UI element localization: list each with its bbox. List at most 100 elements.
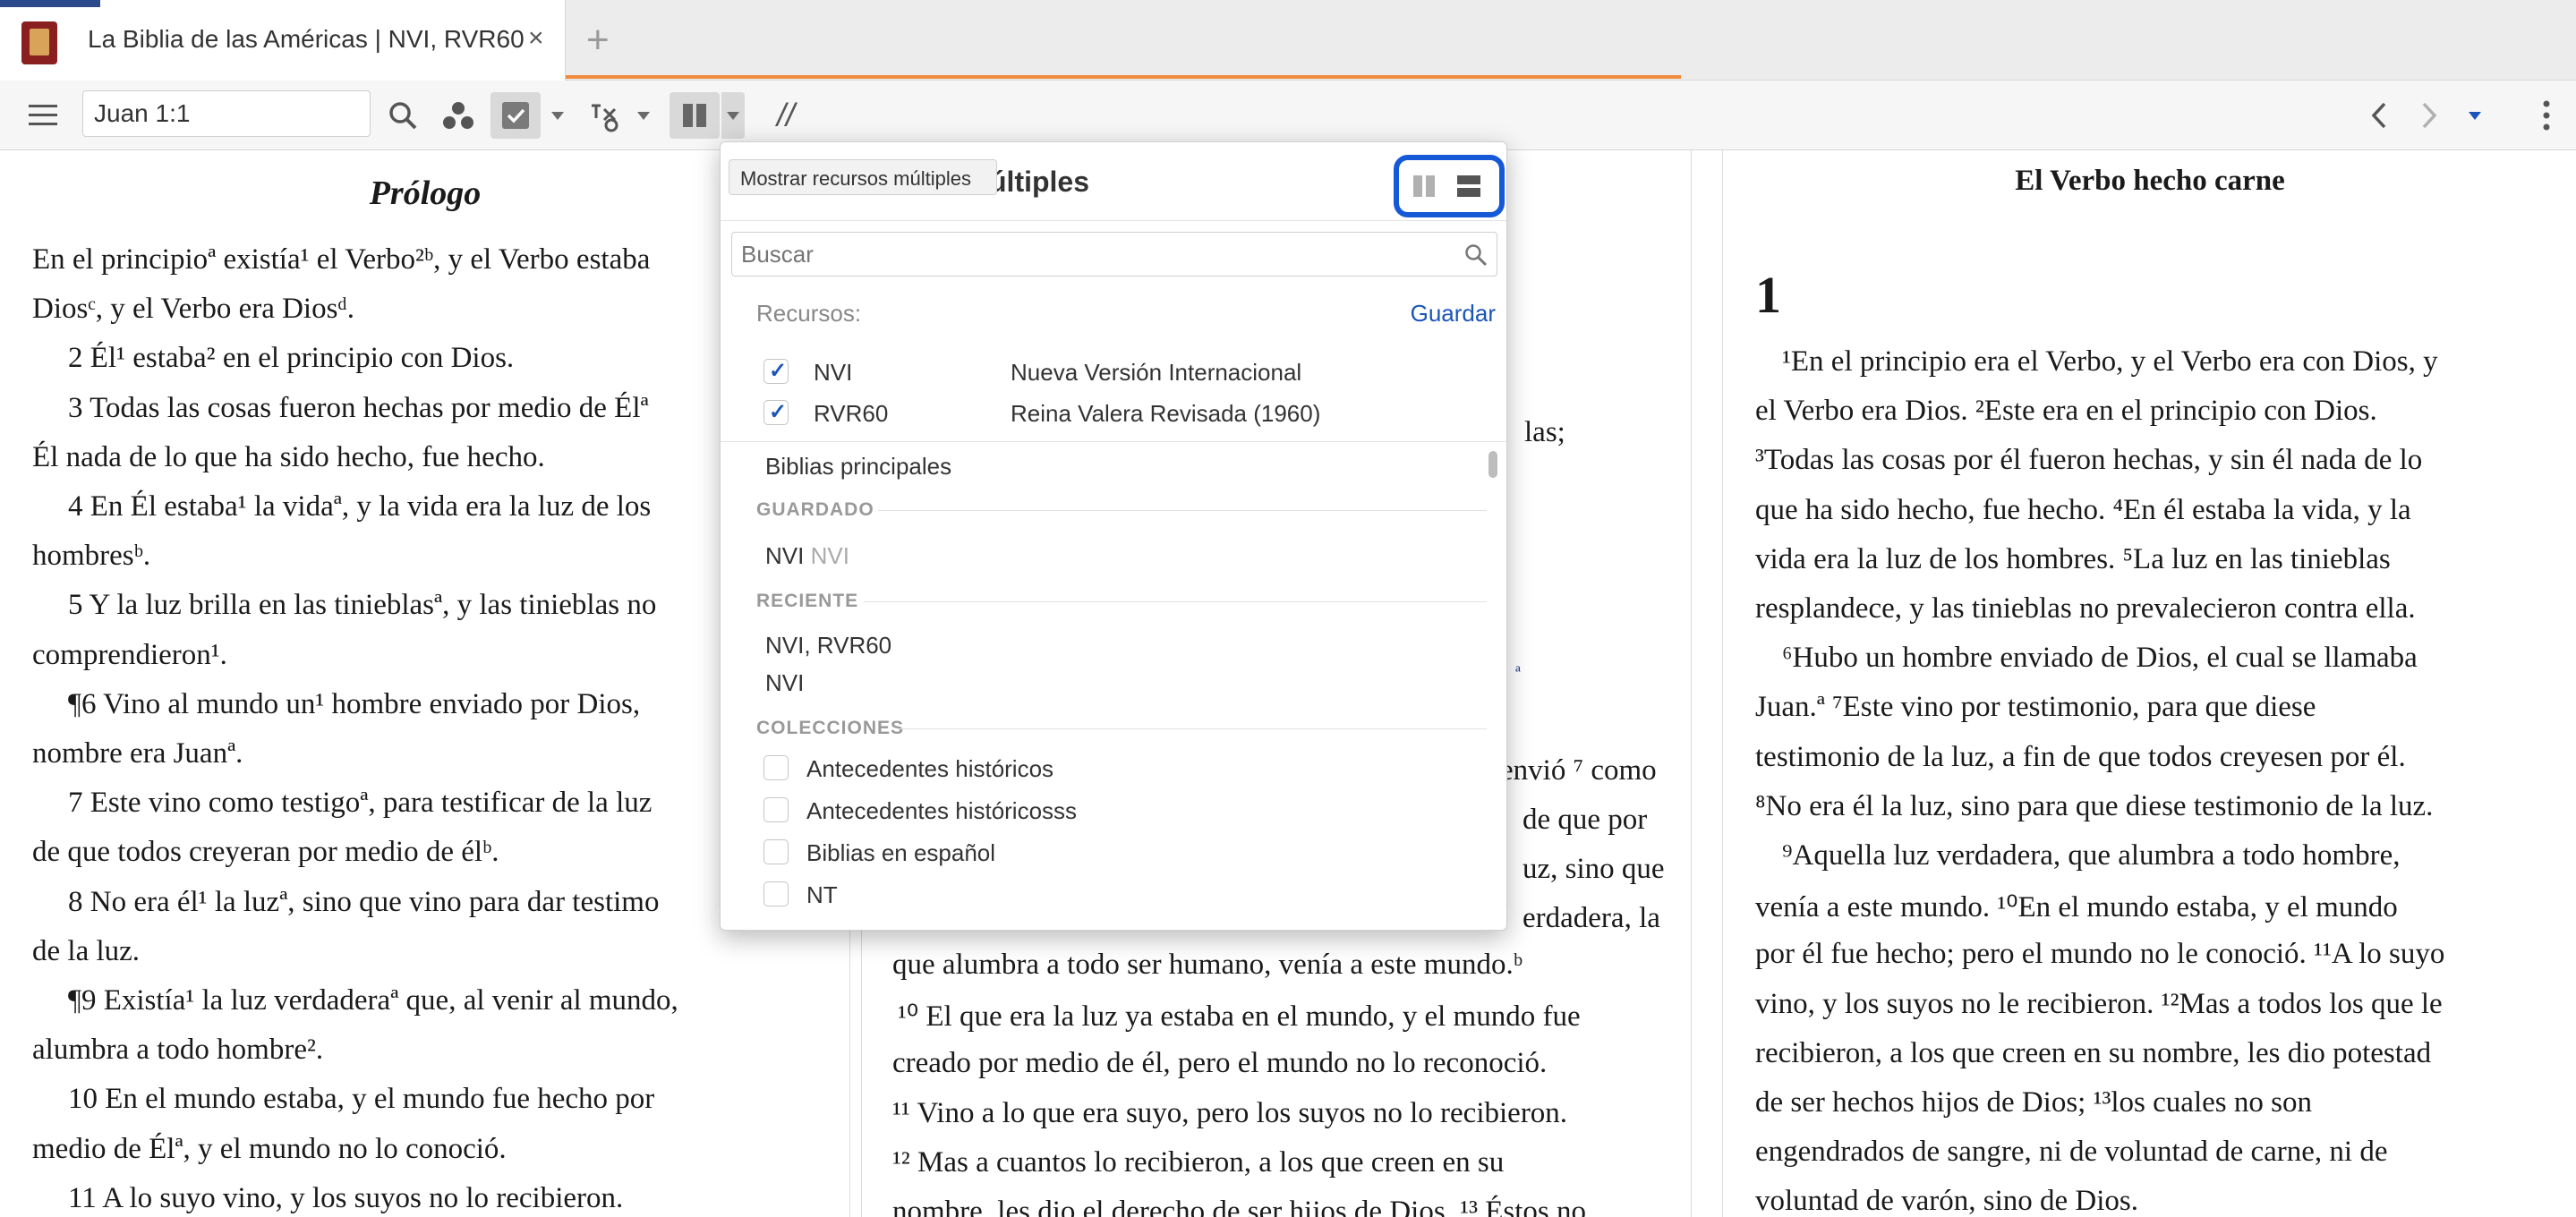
verse-line: voluntad de varón, sino de Dios.: [1755, 1185, 2139, 1217]
verse-line: engendrados de sangre, ni de voluntad de…: [1755, 1136, 2388, 1169]
verse-line: creado por medio de él, pero el mundo no…: [892, 1047, 1548, 1080]
highlight-check-icon[interactable]: [490, 92, 541, 139]
resource-search-input[interactable]: [741, 233, 1439, 276]
section-heading: COLECCIONES: [756, 718, 905, 738]
checkbox-icon[interactable]: [763, 358, 789, 384]
verse-line: En el principioª existía¹ el Verbo²ᵇ, y …: [32, 243, 651, 276]
verse-line: 10 En el mundo estaba, y el mundo fue he…: [68, 1083, 655, 1116]
resource-row[interactable]: NVI Nueva Versión Internacional: [763, 353, 1480, 389]
search-icon[interactable]: [1464, 243, 1488, 267]
verse-line: vino, y los suyos no le recibieron. ¹²Ma…: [1755, 987, 2443, 1020]
verse-line: testimonio de la luz, a fin de que todos…: [1755, 740, 2406, 773]
verse-line: ⁶Hubo un hombre enviado de Dios, el cual…: [1782, 642, 2418, 675]
chapter-number: 1: [1755, 266, 1781, 324]
verse-line: ⁹Aquella luz verdadera, que alumbra a to…: [1782, 839, 2401, 872]
resource-name: Reina Valera Revisada (1960): [1011, 400, 1321, 427]
verse-line: 3 Todas las cosas fueron hechas por medi…: [68, 391, 649, 424]
new-tab-button[interactable]: +: [586, 18, 610, 63]
checkbox-icon[interactable]: [763, 399, 789, 425]
verse-line: recibieron, a los que creen en su nombre…: [1755, 1036, 2432, 1069]
history-dropdown-icon[interactable]: [2463, 81, 2486, 150]
text-fragment: erdadera, la: [1523, 902, 1660, 934]
toolbar: //: [0, 81, 2576, 150]
resource-name: Nueva Versión Internacional: [1011, 359, 1302, 386]
verse-line: ¹² Mas a cuantos lo recibieron, a los qu…: [892, 1145, 1505, 1179]
visual-filter-icon[interactable]: [439, 81, 478, 150]
tooltip: Mostrar recursos múltiples: [729, 159, 997, 195]
resource-search: [731, 232, 1497, 277]
layout-toggle-group: [1394, 155, 1505, 217]
resource-abbr: NVI: [814, 359, 853, 386]
verse-line: vida era la luz de los hombres. ⁵La luz …: [1755, 542, 2391, 575]
section-heading: GUARDADO: [756, 499, 874, 520]
text-fragment: uz, sino que: [1523, 853, 1665, 885]
close-tab-button[interactable]: ×: [528, 23, 544, 54]
verse-line: ¹⁰ El que era la luz ya estaba en el mun…: [898, 1000, 1581, 1034]
tab-accent: [0, 0, 100, 7]
divider: [864, 601, 1487, 602]
popup-title: últiples: [989, 166, 1090, 198]
chevron-down-icon[interactable]: [632, 81, 655, 150]
tab-bar: La Biblia de las Américas | NVI, RVR60 ×…: [0, 0, 2576, 81]
verse-line: que ha sido hecho, fue hecho. ⁴En él est…: [1755, 493, 2411, 526]
reference-input[interactable]: [82, 90, 371, 137]
parallel-symbol[interactable]: //: [768, 81, 804, 150]
bible-book-icon: [21, 21, 57, 64]
collection-row[interactable]: Biblias en español: [763, 836, 1462, 872]
resource-list: Biblias principales GUARDADO NVI NVI REC…: [721, 441, 1506, 930]
verse-line: comprendieron¹.: [32, 638, 227, 671]
side-by-side-layout-icon[interactable]: [1408, 169, 1440, 203]
verse-line: Juan.ª ⁷Este vino por testimonio, para q…: [1755, 691, 2316, 724]
verse-line: el Verbo era Dios. ²Este era en el princ…: [1755, 395, 2377, 428]
verse-line: de ser hechos hijos de Dios; ¹³los cuale…: [1755, 1086, 2312, 1119]
menu-icon[interactable]: [20, 81, 66, 150]
checkbox-icon[interactable]: [763, 797, 789, 822]
verse-line: 2 Él¹ estaba² en el principio con Dios.: [68, 342, 515, 375]
back-arrow-icon[interactable]: [2363, 81, 2395, 150]
saved-item[interactable]: NVI NVI: [765, 542, 849, 570]
collection-row[interactable]: NT: [763, 878, 1462, 914]
verse-line: ¶6 Vino al mundo un¹ hombre enviado por …: [68, 687, 641, 720]
more-options-icon[interactable]: [2533, 81, 2560, 150]
list-item[interactable]: Biblias principales: [765, 453, 951, 481]
verse-line: que alumbra a todo ser humano, venía a e…: [892, 949, 1523, 981]
chevron-down-icon[interactable]: [546, 81, 569, 150]
verse-line: ³Todas las cosas por él fueron hechas, y…: [1755, 444, 2423, 477]
collection-label: Biblias en español: [806, 839, 996, 866]
verse-line: ⁸No era él la luz, sino para que diese t…: [1755, 789, 2434, 822]
stacked-layout-icon[interactable]: [1453, 169, 1485, 203]
parallel-resources-popup: últiples Recursos: Guardar NVI Nueva Ver…: [720, 141, 1507, 931]
tab-title: La Biblia de las Américas | NVI, RVR60: [88, 25, 525, 53]
document-tab[interactable]: La Biblia de las Américas | NVI, RVR60 ×: [0, 0, 566, 81]
collection-row[interactable]: Antecedentes históricos: [763, 752, 1462, 787]
verse-line: Diosᶜ, y el Verbo era Diosᵈ.: [32, 293, 354, 326]
collection-label: Antecedentes históricosss: [806, 797, 1078, 824]
collection-row[interactable]: Antecedentes históricosss: [763, 794, 1462, 830]
saved-item-name: NVI: [765, 542, 805, 569]
resource-row[interactable]: RVR60 Reina Valera Revisada (1960): [763, 395, 1480, 430]
verse-line: nombre era Juanª.: [32, 737, 243, 770]
scrollbar[interactable]: [1488, 451, 1497, 478]
parallel-resources-icon[interactable]: [670, 92, 720, 139]
verse-line: 8 No era él¹ la luzª, sino que vino para…: [68, 885, 660, 918]
resource-abbr: RVR60: [814, 400, 889, 427]
checkbox-icon[interactable]: [763, 881, 789, 906]
recent-item[interactable]: NVI, RVR60: [765, 632, 891, 660]
verse-line: resplandece, y las tinieblas no prevalec…: [1755, 592, 2416, 625]
checkbox-icon[interactable]: [763, 755, 789, 780]
interlinear-icon[interactable]: [585, 81, 625, 150]
saved-item-sub: NVI: [810, 542, 849, 569]
forward-arrow-icon[interactable]: [2413, 81, 2445, 150]
divider: [900, 728, 1487, 729]
collection-label: NT: [806, 881, 838, 908]
save-button[interactable]: Guardar: [1411, 300, 1496, 328]
collection-label: Antecedentes históricos: [806, 755, 1054, 782]
verse-line: hombresᵇ.: [32, 540, 151, 573]
verse-line: medio de Élª, y el mundo no lo conoció.: [32, 1132, 507, 1165]
chevron-down-icon[interactable]: [721, 92, 745, 139]
search-icon[interactable]: [383, 81, 422, 150]
resources-label: Recursos:: [756, 300, 862, 327]
recent-item[interactable]: NVI: [765, 669, 804, 697]
checkbox-icon[interactable]: [763, 839, 789, 864]
text-fragment: de que por: [1523, 804, 1648, 836]
